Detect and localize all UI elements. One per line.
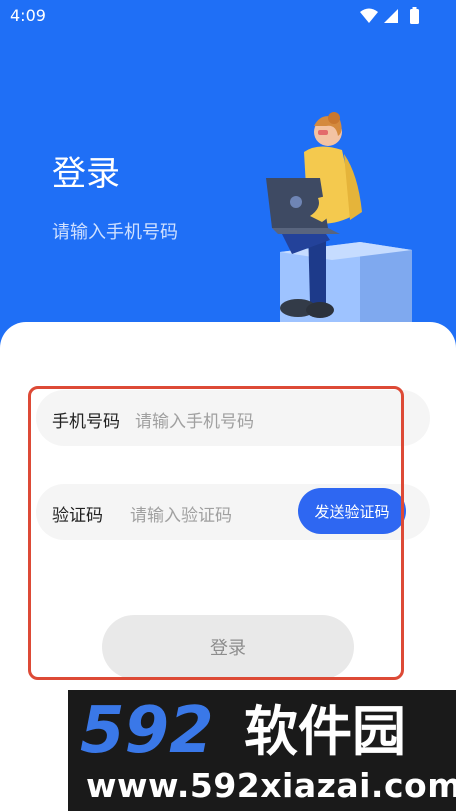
- hero-banner: 4:09 登录 请输入手机号码: [0, 0, 456, 360]
- watermark: 592 软件园 www.592xiazai.com: [68, 690, 456, 811]
- status-bar: 4:09: [0, 0, 456, 32]
- watermark-url: www.592xiazai.com: [86, 766, 456, 805]
- watermark-brand-number: 592: [80, 694, 214, 766]
- signal-icon: [384, 9, 398, 23]
- person-with-laptop-illustration: [266, 112, 412, 324]
- page-subtitle: 请输入手机号码: [52, 222, 178, 243]
- battery-icon: [410, 9, 419, 24]
- wifi-icon: [360, 8, 378, 23]
- status-time: 4:09: [10, 6, 46, 25]
- watermark-logo: 592 软件园: [80, 694, 406, 766]
- system-icons: [360, 7, 419, 24]
- highlight-box: [28, 386, 404, 680]
- watermark-brand-text: 软件园: [244, 700, 406, 763]
- page-title: 登录: [52, 154, 120, 194]
